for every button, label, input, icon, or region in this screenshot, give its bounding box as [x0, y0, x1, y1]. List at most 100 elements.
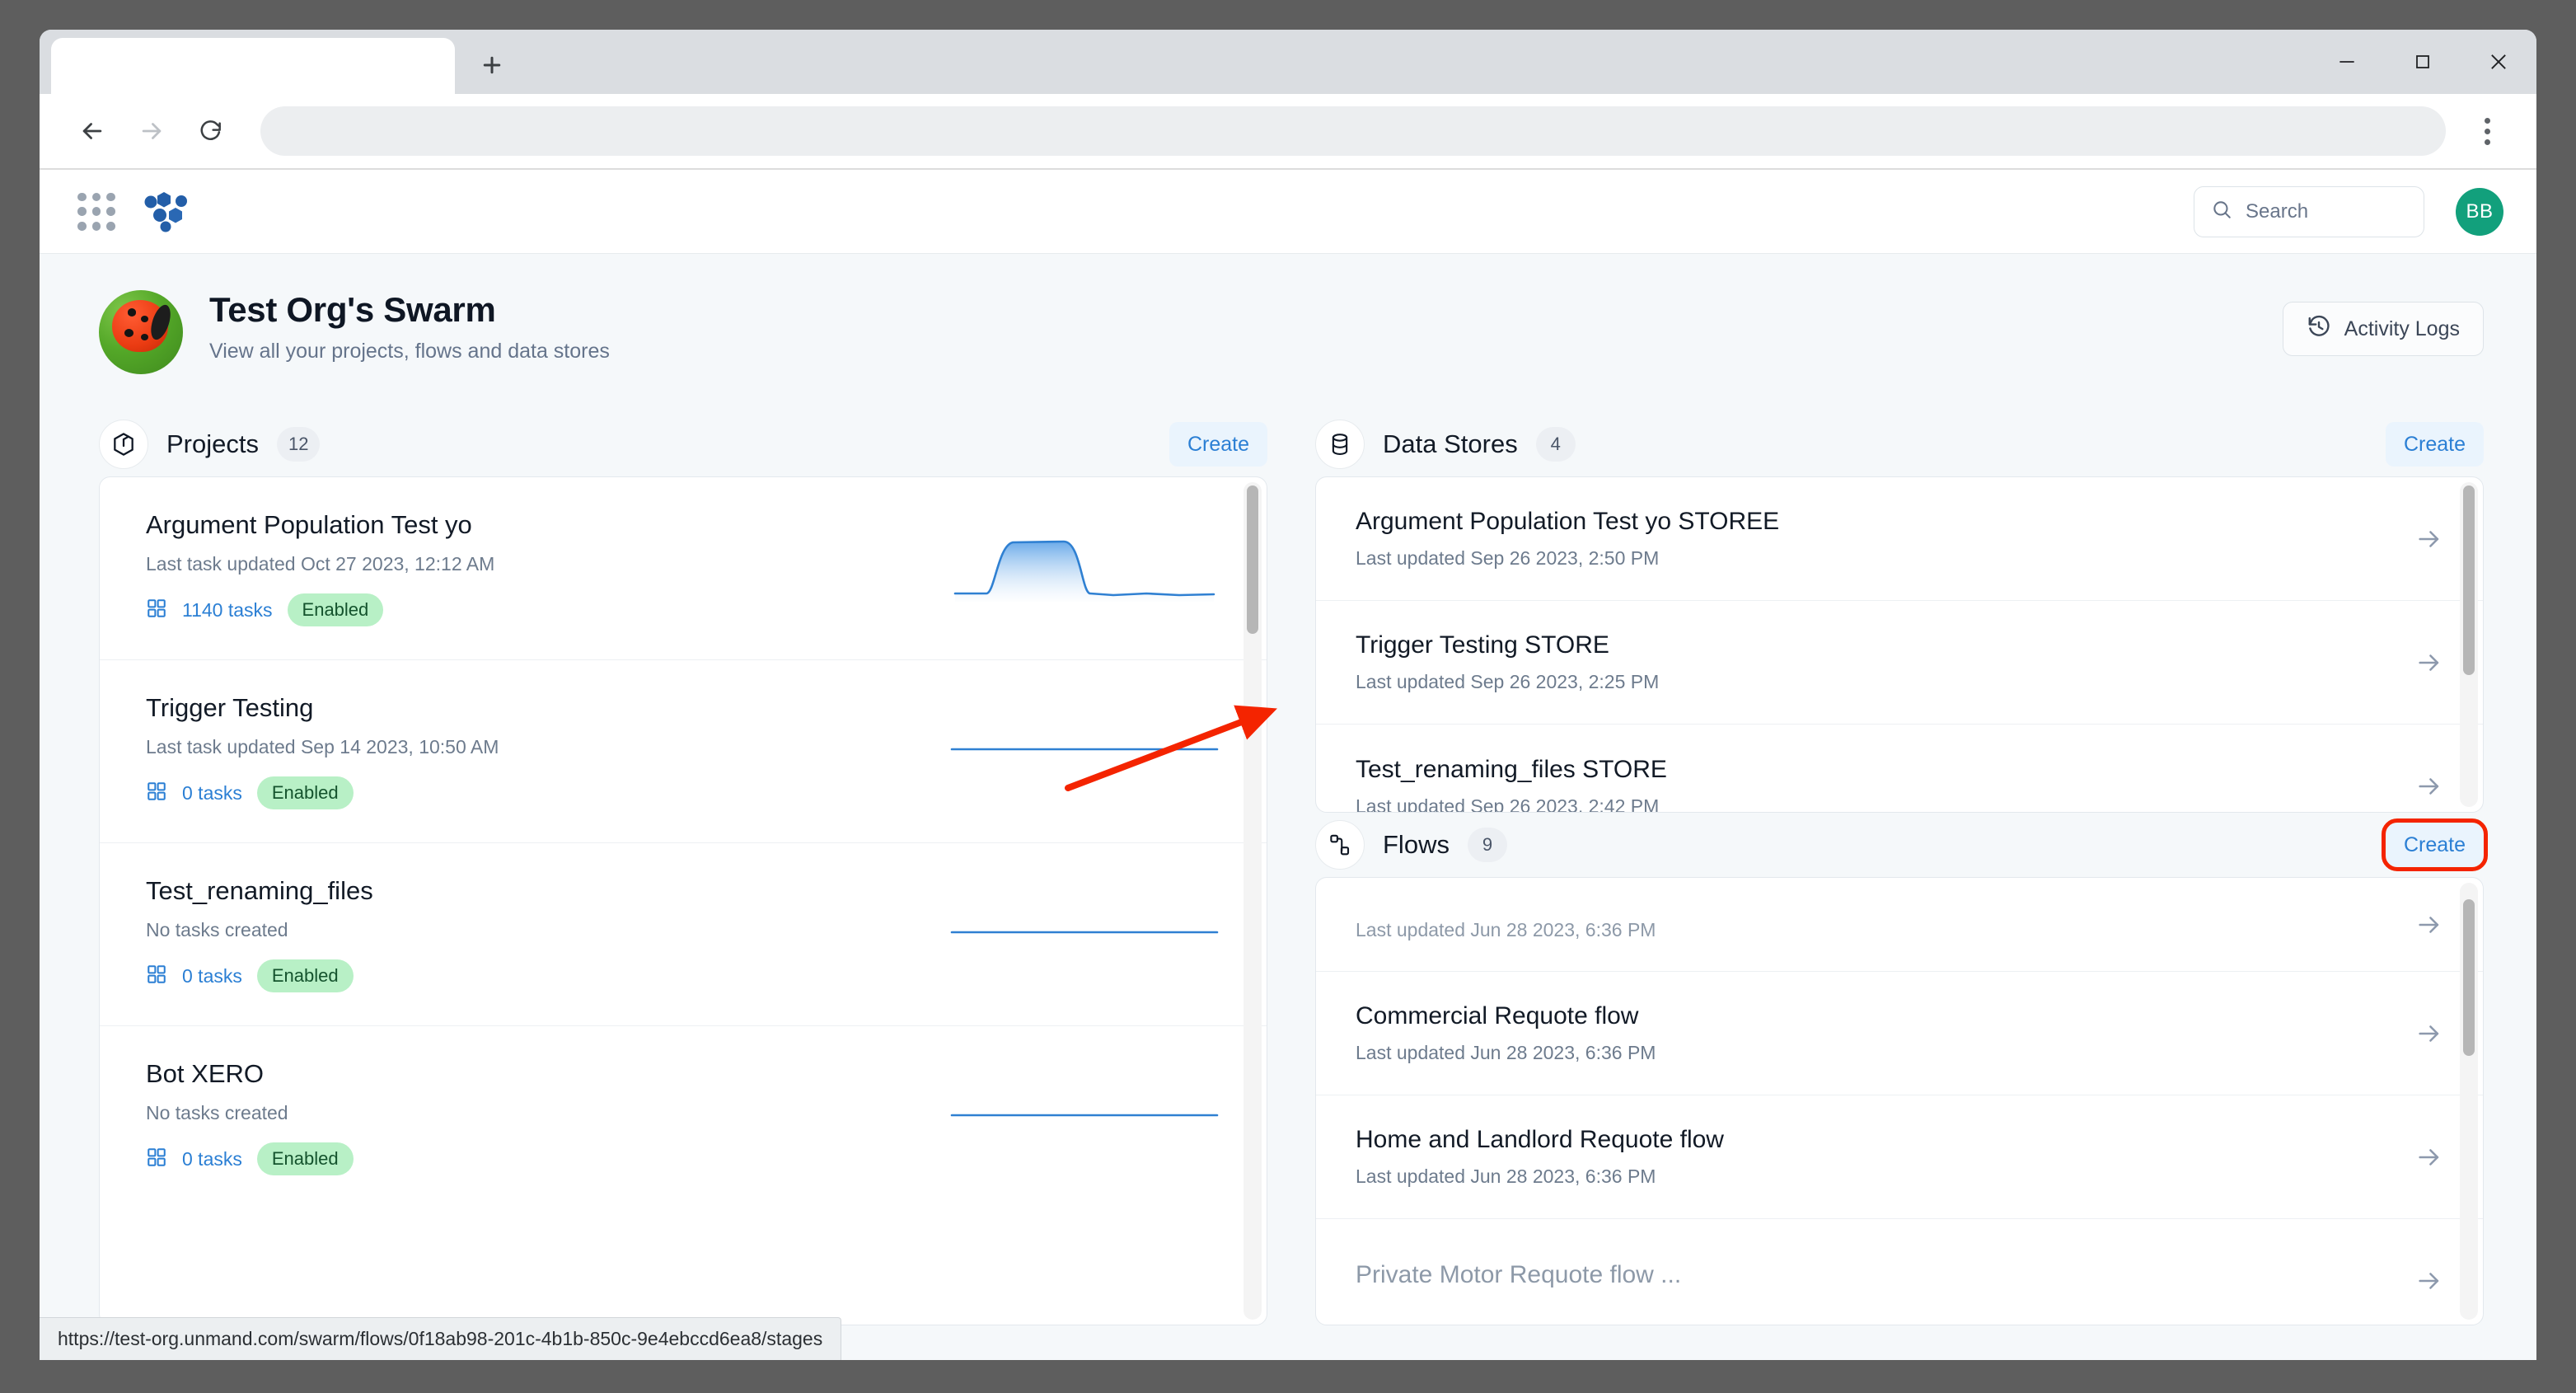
status-badge: Enabled: [257, 776, 354, 809]
page-subtitle: View all your projects, flows and data s…: [209, 340, 610, 363]
activity-logs-button[interactable]: Activity Logs: [2283, 302, 2484, 356]
status-badge: Enabled: [288, 593, 384, 626]
status-bar-url-text: https://test-org.unmand.com/swarm/flows/…: [58, 1328, 822, 1350]
chevron-right-icon[interactable]: [2394, 1020, 2443, 1048]
browser-tab[interactable]: [51, 38, 455, 94]
tasks-grid-icon: [146, 781, 167, 806]
datastore-name: Test_renaming_files STORE: [1356, 756, 2394, 784]
history-clock-icon: [2307, 314, 2331, 345]
org-header: Test Org's Swarm View all your projects,…: [99, 290, 2484, 374]
projects-list[interactable]: Argument Population Test yo Last task upd…: [100, 477, 1267, 1325]
create-project-button[interactable]: Create: [1169, 422, 1267, 467]
chevron-right-icon[interactable]: [2394, 525, 2443, 553]
right-column: Data Stores 4 Create Argument Population…: [1315, 412, 2484, 1325]
datastore-name: Argument Population Test yo STOREE: [1356, 508, 2394, 536]
datastores-title: Data Stores: [1383, 429, 1518, 459]
reload-button[interactable]: [181, 101, 241, 161]
dashboard-columns: Projects 12 Create Argument Population T…: [99, 412, 2484, 1325]
datastore-row[interactable]: Test_renaming_files STORE Last updated Se…: [1316, 725, 2483, 812]
flows-scrollbar[interactable]: [2460, 883, 2478, 1320]
maximize-icon[interactable]: [2385, 30, 2461, 94]
status-badge: Enabled: [257, 959, 354, 992]
tasks-grid-icon: [146, 598, 167, 623]
minimize-icon[interactable]: [2309, 30, 2385, 94]
window-controls: [2309, 30, 2536, 94]
address-bar[interactable]: [260, 106, 2446, 156]
project-sparkline: [948, 1078, 1220, 1156]
unmand-hex-logo[interactable]: [143, 190, 191, 234]
project-task-count[interactable]: 0 tasks: [182, 1148, 242, 1170]
projects-panel: Argument Population Test yo Last task upd…: [99, 476, 1267, 1325]
activity-logs-label: Activity Logs: [2344, 317, 2460, 341]
app-header: Search BB: [40, 170, 2536, 254]
projects-scrollbar[interactable]: [1244, 482, 1262, 1320]
page-title: Test Org's Swarm: [209, 290, 610, 330]
item-last-updated: Last updated Sep 26 2023, 2:42 PM: [1356, 795, 2394, 813]
avatar-initials: BB: [2466, 200, 2493, 223]
project-row[interactable]: Argument Population Test yo Last task upd…: [100, 477, 1267, 660]
back-button[interactable]: [63, 101, 122, 161]
desktop-backdrop: Search BB Te: [0, 0, 2576, 1393]
project-row[interactable]: Trigger Testing Last task updated Sep 14 …: [100, 660, 1267, 843]
browser-tab-strip: [40, 30, 2536, 94]
item-last-updated: Last updated Jun 28 2023, 6:36 PM: [1356, 919, 2394, 941]
browser-window: Search BB Te: [40, 30, 2536, 1360]
chevron-right-icon[interactable]: [2394, 1267, 2443, 1295]
close-icon[interactable]: [2461, 30, 2536, 94]
project-row[interactable]: Bot XERONo tasks created0 tasksEnabled: [100, 1026, 1267, 1208]
project-row[interactable]: Test_renaming_files No tasks created 0 tas…: [100, 843, 1267, 1026]
project-last-updated: Last task updated Oct 27 2023, 12:12 AM: [146, 553, 929, 575]
datastores-section-header: Data Stores 4 Create: [1315, 412, 2484, 476]
create-datastore-button[interactable]: Create: [2386, 422, 2484, 467]
item-last-updated: Last updated Jun 28 2023, 6:36 PM: [1356, 1166, 2394, 1188]
item-last-updated: Last updated Sep 26 2023, 2:25 PM: [1356, 671, 2394, 693]
datastores-scrollbar[interactable]: [2460, 482, 2478, 807]
project-task-count[interactable]: 0 tasks: [182, 965, 242, 987]
tasks-grid-icon: [146, 1147, 167, 1172]
flow-name: Commercial Requote flow: [1356, 1002, 2394, 1030]
datastores-list[interactable]: Argument Population Test yo STOREE Last u…: [1316, 477, 2483, 812]
search-input[interactable]: Search: [2194, 186, 2424, 237]
project-name: Trigger Testing: [146, 693, 929, 723]
flow-row[interactable]: Last updated Jun 28 2023, 6:36 PM: [1316, 878, 2483, 972]
grid-apps-icon[interactable]: [77, 193, 115, 231]
forward-button[interactable]: [122, 101, 181, 161]
project-sparkline: [948, 712, 1220, 790]
ladybug-avatar: [99, 290, 183, 374]
flow-nodes-icon: [1315, 820, 1365, 870]
tasks-grid-icon: [146, 964, 167, 989]
project-sparkline: [948, 895, 1220, 973]
project-task-count[interactable]: 1140 tasks: [182, 599, 273, 621]
flow-row[interactable]: Commercial Requote flowLast updated Jun …: [1316, 972, 2483, 1095]
flow-row[interactable]: Home and Landlord Requote flowLast updat…: [1316, 1095, 2483, 1219]
search-placeholder: Search: [2246, 200, 2308, 223]
flow-row[interactable]: Private Motor Requote flow ...: [1316, 1219, 2483, 1325]
flows-list[interactable]: Last updated Jun 28 2023, 6:36 PM Commerc…: [1316, 878, 2483, 1325]
chevron-right-icon[interactable]: [2394, 1143, 2443, 1171]
chevron-right-icon[interactable]: [2394, 649, 2443, 677]
project-last-updated: No tasks created: [146, 919, 929, 941]
projects-section-header: Projects 12 Create: [99, 412, 1267, 476]
datastores-count: 4: [1536, 427, 1576, 462]
datastore-row[interactable]: Argument Population Test yo STOREE Last u…: [1316, 477, 2483, 601]
search-icon: [2211, 199, 2232, 224]
page-viewport: Search BB Te: [40, 170, 2536, 1360]
project-name: Argument Population Test yo: [146, 510, 929, 540]
projects-count: 12: [277, 427, 320, 462]
avatar[interactable]: BB: [2456, 188, 2503, 236]
datastore-name: Trigger Testing STORE: [1356, 631, 2394, 659]
project-sparkline: [948, 529, 1220, 607]
create-flow-button[interactable]: Create: [2386, 823, 2484, 867]
chevron-right-icon[interactable]: [2394, 772, 2443, 800]
database-icon: [1315, 420, 1365, 469]
project-task-count[interactable]: 0 tasks: [182, 782, 242, 804]
browser-menu-button[interactable]: [2461, 105, 2513, 157]
datastore-row[interactable]: Trigger Testing STORE Last updated Sep 26…: [1316, 601, 2483, 725]
item-last-updated: Last updated Sep 26 2023, 2:50 PM: [1356, 547, 2394, 570]
chevron-right-icon[interactable]: [2394, 911, 2443, 939]
project-name: Test_renaming_files: [146, 876, 929, 906]
projects-column: Projects 12 Create Argument Population T…: [99, 412, 1267, 1325]
new-tab-button[interactable]: [466, 40, 518, 91]
project-last-updated: Last task updated Sep 14 2023, 10:50 AM: [146, 736, 929, 758]
page-content: Test Org's Swarm View all your projects,…: [40, 254, 2536, 1360]
